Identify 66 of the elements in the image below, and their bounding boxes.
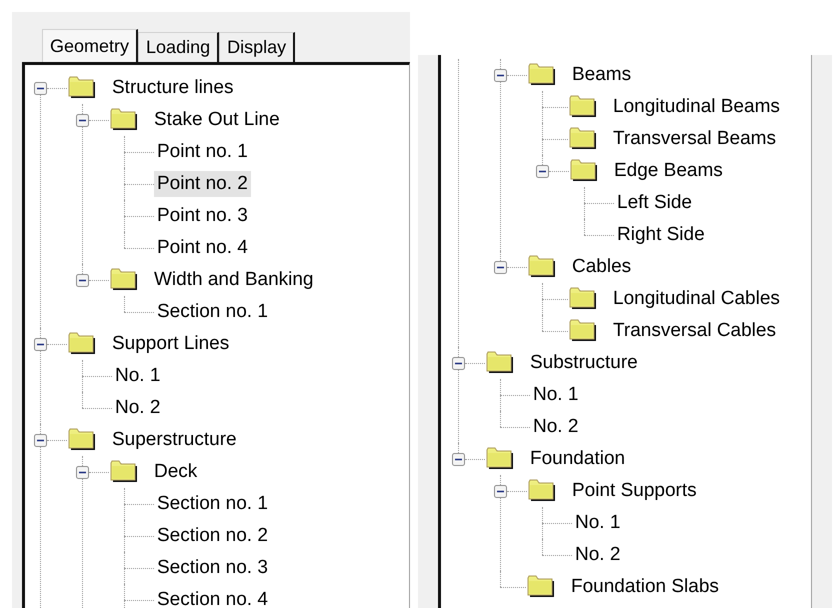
tree-item[interactable]: Point Supports	[569, 478, 700, 504]
tree-item[interactable]: Section no. 3	[154, 555, 271, 581]
folder-icon	[568, 127, 598, 151]
tree-item[interactable]: Right Side	[614, 222, 708, 248]
folder-icon	[109, 268, 139, 292]
tree-item[interactable]: Cables	[569, 254, 634, 280]
tree-item[interactable]: Left Side	[614, 190, 695, 216]
tree-item[interactable]: Longitudinal Cables	[610, 286, 783, 312]
tree-item[interactable]: Support Lines	[109, 331, 232, 357]
collapse-icon[interactable]	[494, 68, 507, 82]
folder-icon	[527, 63, 557, 87]
tree-item[interactable]: Section no. 2	[154, 523, 271, 549]
folder-icon	[485, 351, 515, 375]
collapse-icon[interactable]	[34, 82, 47, 94]
folder-icon	[527, 255, 557, 279]
tree-item[interactable]: Point no. 2	[154, 171, 251, 197]
folder-icon	[109, 108, 139, 132]
tree-item[interactable]: Deck	[151, 459, 200, 485]
tree-item[interactable]: Stake Out Line	[151, 107, 283, 133]
tree-item[interactable]: Beams	[569, 62, 634, 88]
collapse-icon[interactable]	[76, 114, 89, 126]
collapse-icon[interactable]	[452, 356, 465, 370]
tree-item[interactable]: Point no. 4	[154, 235, 251, 261]
tree-item[interactable]: Transversal Cables	[610, 318, 779, 344]
tree-item[interactable]: Transversal Beams	[610, 126, 779, 152]
collapse-icon[interactable]	[536, 164, 549, 178]
folder-icon	[568, 287, 598, 311]
collapse-icon[interactable]	[76, 466, 89, 478]
tree-item[interactable]: Longitudinal Beams	[610, 94, 783, 120]
tree-item[interactable]: Substructure	[527, 350, 641, 376]
folder-icon	[67, 76, 97, 100]
tree-item[interactable]: Edge Beams	[611, 158, 726, 184]
tree-item[interactable]: Superstructure	[109, 427, 240, 453]
tree-item[interactable]: Point no. 3	[154, 203, 251, 229]
tab[interactable]: Geometry	[42, 29, 138, 62]
tab[interactable]: Loading	[138, 32, 220, 62]
tree-item[interactable]: Width and Banking	[151, 267, 316, 293]
tree-item[interactable]: Structure lines	[109, 75, 236, 101]
tree-item[interactable]: Section no. 1	[154, 299, 271, 325]
tree-item[interactable]: Section no. 4	[154, 587, 271, 608]
tree-item[interactable]: Point no. 1	[154, 139, 251, 165]
collapse-icon[interactable]	[452, 452, 465, 466]
tree-item[interactable]: No. 1	[572, 510, 624, 536]
collapse-icon[interactable]	[76, 274, 89, 286]
folder-icon	[67, 332, 97, 356]
folder-icon	[568, 319, 598, 343]
tree-item[interactable]: No. 1	[112, 363, 164, 389]
tree-item[interactable]: Foundation Slabs	[568, 574, 722, 600]
folder-icon	[527, 479, 557, 503]
collapse-icon[interactable]	[494, 260, 507, 274]
folder-icon	[67, 428, 97, 452]
tree-item[interactable]: No. 2	[112, 395, 164, 421]
folder-icon	[568, 95, 598, 119]
collapse-icon[interactable]	[494, 484, 507, 498]
folder-icon	[526, 575, 556, 599]
tree-item[interactable]: No. 2	[530, 414, 582, 440]
tree-item[interactable]: No. 2	[572, 542, 624, 568]
folder-icon	[569, 159, 599, 183]
folder-icon	[109, 460, 139, 484]
collapse-icon[interactable]	[34, 338, 47, 350]
tree-item[interactable]: Foundation	[527, 446, 628, 472]
tree-item[interactable]: Section no. 1	[154, 491, 271, 517]
folder-icon	[485, 447, 515, 471]
tab[interactable]: Display	[219, 32, 296, 62]
tree-item[interactable]: No. 1	[530, 382, 582, 408]
collapse-icon[interactable]	[34, 434, 47, 446]
